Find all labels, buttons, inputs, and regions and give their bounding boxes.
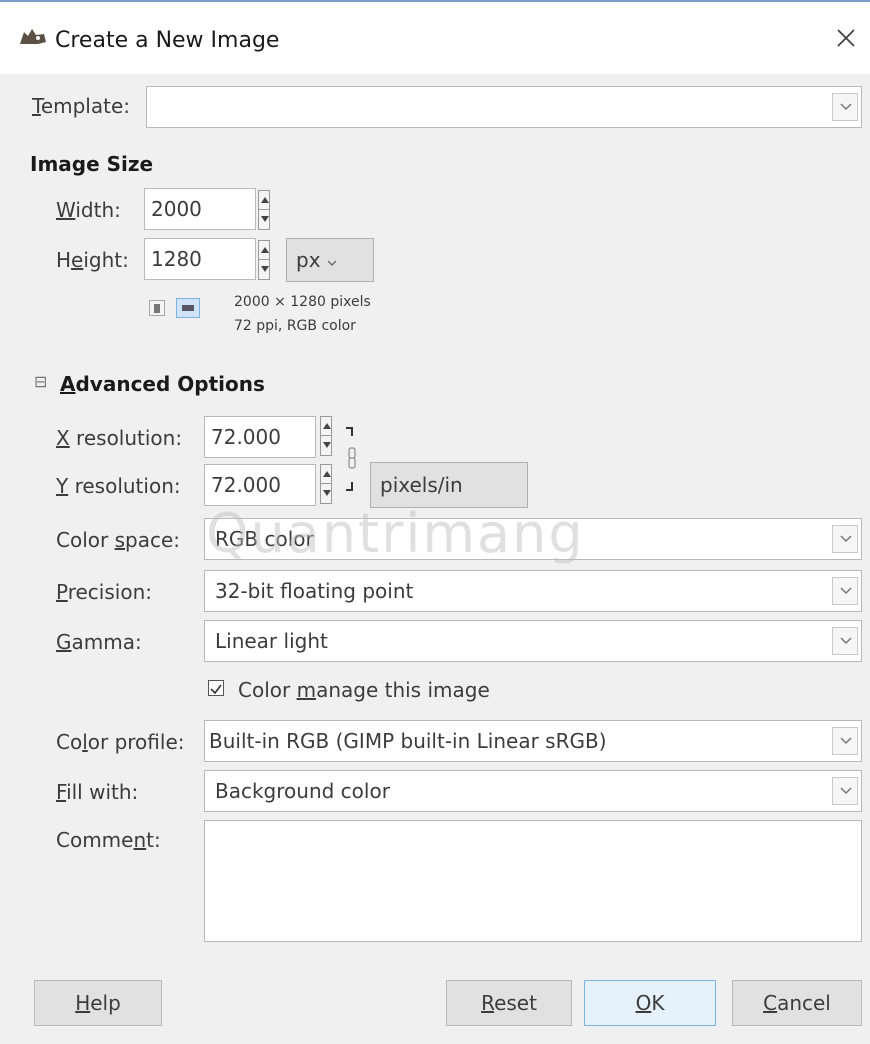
x-resolution-label: X resolution: <box>56 426 183 450</box>
color-profile-select[interactable]: Built-in RGB (GIMP built-in Linear sRGB) <box>204 720 862 762</box>
template-label: Template: <box>32 94 131 118</box>
resolution-unit-value: pixels/in <box>380 473 463 497</box>
new-image-dialog: Create a New Image Template: Image Size … <box>0 0 870 1044</box>
size-unit-select[interactable]: px <box>286 238 374 282</box>
x-resolution-increment[interactable] <box>321 417 331 436</box>
comment-label: Comment: <box>56 828 161 852</box>
portrait-button[interactable] <box>149 300 165 316</box>
height-decrement[interactable] <box>259 260 269 279</box>
y-resolution-increment[interactable] <box>321 465 331 484</box>
precision-value: 32-bit floating point <box>215 579 414 603</box>
y-resolution-label: Y resolution: <box>56 474 181 498</box>
color-manage-checkbox[interactable] <box>208 680 224 696</box>
x-resolution-decrement[interactable] <box>321 436 331 455</box>
height-label: Height: <box>56 248 129 272</box>
image-resolution-info: 72 ppi, RGB color <box>234 318 356 334</box>
landscape-button[interactable] <box>176 298 200 318</box>
title-bar: Create a New Image <box>0 2 870 74</box>
chevron-down-icon <box>840 737 852 745</box>
color-manage-label[interactable]: Color manage this image <box>238 678 490 702</box>
advanced-options-heading[interactable]: Advanced Options <box>60 372 265 396</box>
width-input[interactable]: 2000 <box>144 188 256 230</box>
chevron-down-icon <box>327 260 337 266</box>
fill-with-dropdown-arrow[interactable] <box>832 777 858 805</box>
x-resolution-value: 72.000 <box>211 425 281 449</box>
gimp-wilber-icon <box>20 29 46 44</box>
width-spinner[interactable] <box>258 190 270 230</box>
comment-textarea[interactable] <box>204 820 862 942</box>
image-size-heading: Image Size <box>30 152 154 176</box>
color-space-label: Color space: <box>56 528 180 552</box>
precision-dropdown-arrow[interactable] <box>832 577 858 605</box>
fill-with-label: Fill with: <box>56 780 139 804</box>
triangle-down-icon <box>323 490 331 496</box>
help-button[interactable]: Help <box>34 980 162 1026</box>
checkmark-icon <box>210 684 222 695</box>
triangle-down-icon <box>323 442 331 448</box>
x-resolution-spinner[interactable] <box>320 416 332 456</box>
chevron-down-icon <box>840 587 852 595</box>
color-space-select[interactable]: RGB color <box>204 518 862 560</box>
chevron-down-icon <box>840 103 852 111</box>
resolution-unit-select[interactable]: pixels/in <box>370 462 528 508</box>
chevron-down-icon <box>840 535 852 543</box>
triangle-up-icon <box>323 423 331 429</box>
ok-button[interactable]: OK <box>584 980 716 1026</box>
portrait-icon <box>154 304 160 313</box>
size-unit-value: px <box>296 248 337 272</box>
chevron-down-icon <box>840 637 852 645</box>
template-select[interactable] <box>146 86 862 128</box>
precision-label: Precision: <box>56 580 152 604</box>
color-space-value: RGB color <box>215 527 314 551</box>
height-input[interactable]: 1280 <box>144 238 256 280</box>
y-resolution-input[interactable]: 72.000 <box>204 464 316 506</box>
x-resolution-input[interactable]: 72.000 <box>204 416 316 458</box>
color-space-dropdown-arrow[interactable] <box>832 525 858 553</box>
width-decrement[interactable] <box>259 210 269 229</box>
fill-with-value: Background color <box>215 779 390 803</box>
gamma-dropdown-arrow[interactable] <box>832 627 858 655</box>
window-title: Create a New Image <box>55 28 280 53</box>
color-profile-label: Color profile: <box>56 730 185 754</box>
cancel-button[interactable]: Cancel <box>732 980 862 1026</box>
y-resolution-value: 72.000 <box>211 473 281 497</box>
image-size-info: 2000 × 1280 pixels <box>234 294 371 310</box>
y-resolution-spinner[interactable] <box>320 464 332 504</box>
triangle-down-icon <box>261 266 269 272</box>
gamma-value: Linear light <box>215 629 328 653</box>
fill-with-select[interactable]: Background color <box>204 770 862 812</box>
close-icon[interactable] <box>834 26 858 50</box>
triangle-down-icon <box>261 216 269 222</box>
template-dropdown-arrow[interactable] <box>832 93 858 121</box>
width-label: Width: <box>56 198 121 222</box>
chevron-down-icon <box>840 787 852 795</box>
width-increment[interactable] <box>259 191 269 210</box>
width-value: 2000 <box>151 197 202 221</box>
height-spinner[interactable] <box>258 240 270 280</box>
expander-icon[interactable]: ⊟ <box>34 372 47 391</box>
precision-select[interactable]: 32-bit floating point <box>204 570 862 612</box>
color-profile-dropdown-arrow[interactable] <box>832 727 858 755</box>
gamma-select[interactable]: Linear light <box>204 620 862 662</box>
height-increment[interactable] <box>259 241 269 260</box>
reset-button[interactable]: Reset <box>446 980 572 1026</box>
y-resolution-decrement[interactable] <box>321 484 331 503</box>
triangle-up-icon <box>261 247 269 253</box>
color-profile-value: Built-in RGB (GIMP built-in Linear sRGB) <box>209 729 607 753</box>
chain-link-icon[interactable] <box>340 422 360 498</box>
triangle-up-icon <box>323 471 331 477</box>
triangle-up-icon <box>261 197 269 203</box>
height-value: 1280 <box>151 247 202 271</box>
gamma-label: Gamma: <box>56 630 142 654</box>
landscape-icon <box>182 305 194 311</box>
